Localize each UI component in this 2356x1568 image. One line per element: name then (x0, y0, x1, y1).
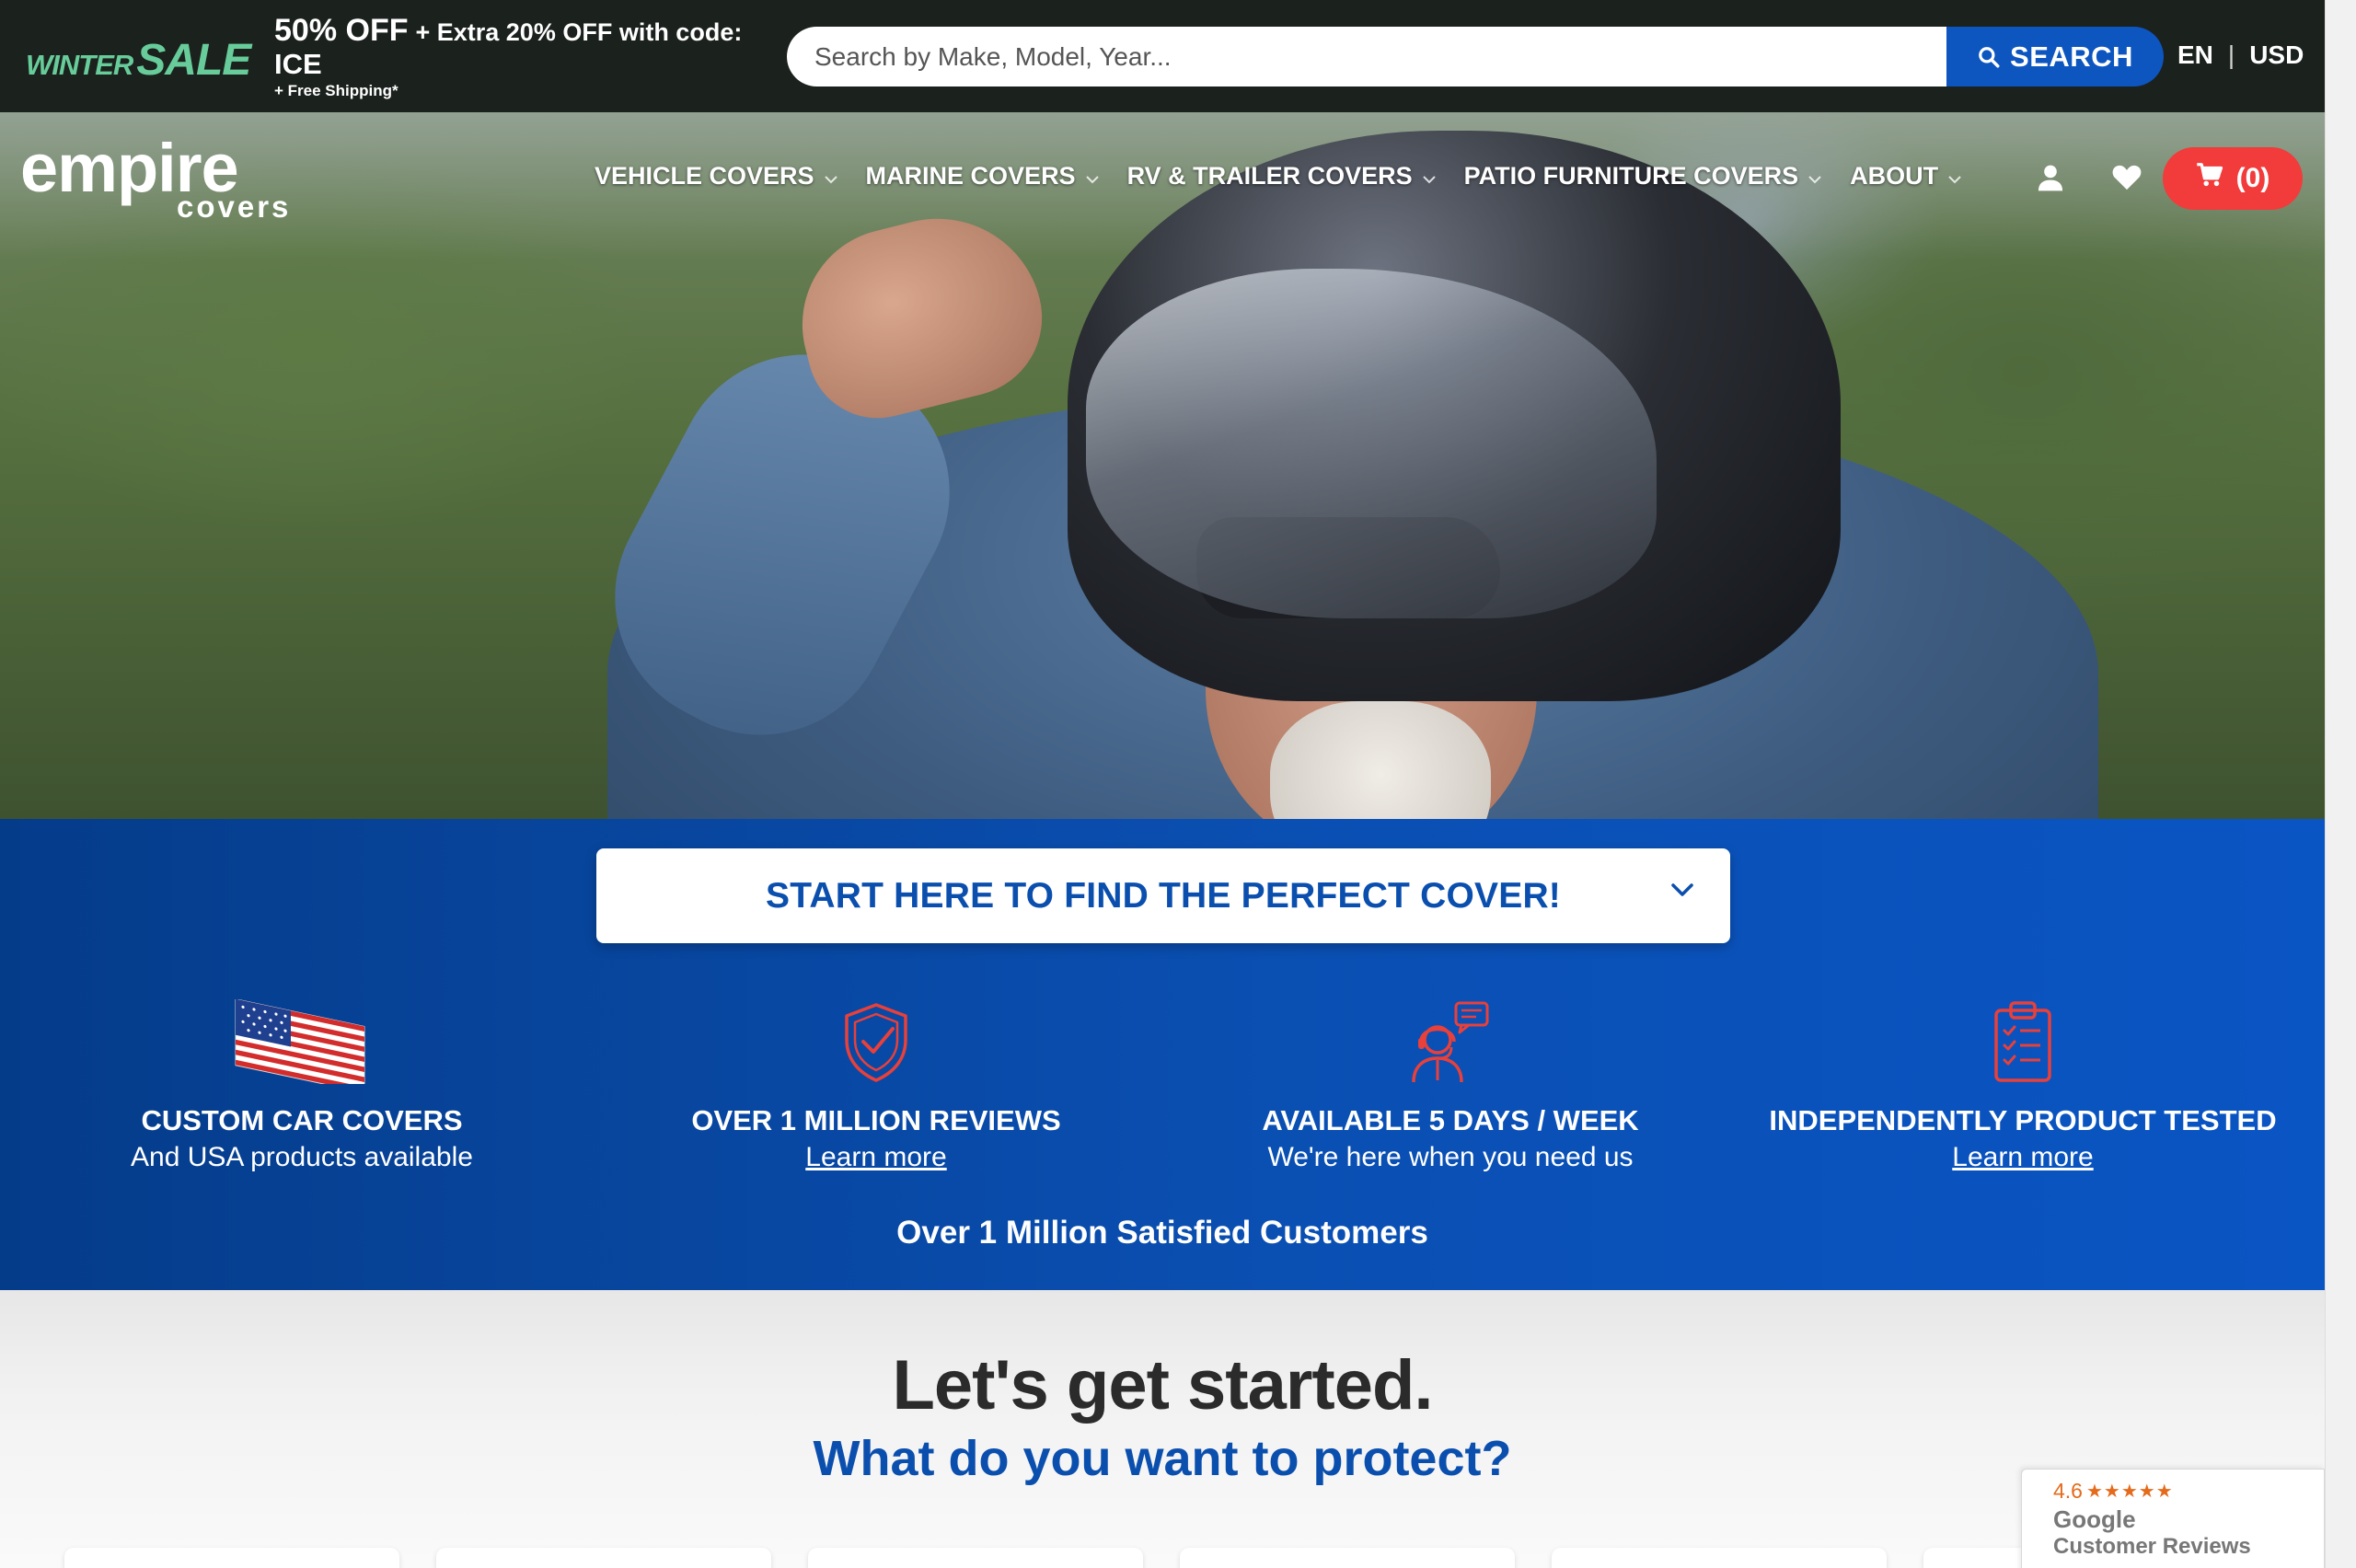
nav-label: RV & TRAILER COVERS (1126, 162, 1413, 190)
usa-flag-icon (44, 999, 560, 1084)
chevron-down-icon (1669, 882, 1695, 903)
nav-label: ABOUT (1850, 162, 1939, 190)
satisfied-customers-text: Over 1 Million Satisfied Customers (896, 1215, 1428, 1251)
feature-subtitle: And USA products available (131, 1142, 473, 1172)
promo-bar: WINTER SALE 50% OFF + Extra 20% OFF with… (0, 0, 2325, 112)
chevron-down-icon (1807, 162, 1822, 190)
review-stars: ★★★★★ (2085, 1482, 2174, 1502)
search-button-label: SEARCH (2010, 40, 2133, 73)
get-started-section: Let's get started. What do you want to p… (0, 1290, 2325, 1568)
category-card[interactable] (64, 1548, 399, 1568)
google-reviews-badge[interactable]: 4.6 ★★★★★ Google Customer Reviews (2021, 1469, 2325, 1568)
nav-label: PATIO FURNITURE COVERS (1463, 162, 1799, 190)
search-icon (1977, 45, 2001, 69)
feature-subtitle: We're here when you need us (1267, 1142, 1634, 1172)
sale-text: SALE (136, 36, 251, 85)
nav-about[interactable]: ABOUT (1850, 162, 1962, 190)
cart-icon (2196, 162, 2223, 195)
feature-product-tested: INDEPENDENTLY PRODUCT TESTED Learn more (1765, 999, 2281, 1176)
reviews-learn-more-link[interactable]: Learn more (805, 1142, 946, 1172)
promo-copy[interactable]: 50% OFF + Extra 20% OFF with code: ICE +… (274, 13, 771, 100)
category-card[interactable] (436, 1548, 771, 1568)
nav-label: MARINE COVERS (865, 162, 1076, 190)
promo-discount: 50% OFF (274, 13, 409, 48)
locale-separator: | (2227, 40, 2235, 69)
currency-selector[interactable]: USD (2249, 40, 2304, 70)
cart-count: (0) (2235, 163, 2270, 193)
feature-title: CUSTOM CAR COVERS (141, 1104, 463, 1136)
promo-shipping: + Free Shipping* (274, 82, 398, 99)
product-tested-learn-more-link[interactable]: Learn more (1952, 1142, 2093, 1172)
promo-code: ICE (274, 48, 322, 80)
feature-reviews: OVER 1 MILLION REVIEWS Learn more (618, 999, 1134, 1176)
chevron-down-icon (1947, 162, 1962, 190)
search-form: SEARCH (787, 27, 2164, 86)
nav-label: VEHICLE COVERS (595, 162, 814, 190)
page-scrollbar[interactable] (2325, 0, 2356, 1568)
wishlist-heart-icon[interactable] (2111, 162, 2142, 196)
chevron-down-icon (824, 162, 838, 190)
get-started-subtitle: What do you want to protect? (813, 1431, 1512, 1486)
chevron-down-icon (1085, 162, 1100, 190)
winter-text: WINTER (26, 49, 133, 81)
nav-vehicle-covers[interactable]: VEHICLE COVERS (595, 162, 838, 190)
category-card[interactable] (1552, 1548, 1887, 1568)
feature-title: AVAILABLE 5 DAYS / WEEK (1262, 1104, 1639, 1136)
cover-finder-dropdown[interactable]: START HERE TO FIND THE PERFECT COVER! (596, 848, 1730, 943)
search-button[interactable]: SEARCH (1946, 27, 2164, 86)
chevron-down-icon (1422, 162, 1437, 190)
shield-check-icon (618, 999, 1134, 1084)
clipboard-check-icon (1765, 999, 2281, 1084)
review-label: Customer Reviews (2053, 1534, 2251, 1559)
logo-sub-text: covers (177, 190, 292, 224)
nav-marine-covers[interactable]: MARINE COVERS (866, 162, 1100, 190)
empire-covers-logo[interactable]: empire covers (20, 134, 292, 224)
feature-availability: AVAILABLE 5 DAYS / WEEK We're here when … (1193, 999, 1708, 1176)
review-brand: Google (2053, 1505, 2136, 1533)
feature-custom-covers: CUSTOM CAR COVERS And USA products avail… (44, 999, 560, 1176)
main-nav: VEHICLE COVERS MARINE COVERS RV & TRAILE… (595, 162, 1990, 190)
promo-extra: + Extra 20% OFF with code: (415, 18, 743, 46)
feature-title: INDEPENDENTLY PRODUCT TESTED (1769, 1104, 2277, 1136)
nav-patio-furniture-covers[interactable]: PATIO FURNITURE COVERS (1464, 162, 1823, 190)
account-icon[interactable] (2036, 162, 2065, 198)
category-card[interactable] (1180, 1548, 1515, 1568)
review-score: 4.6 (2053, 1479, 2083, 1503)
cover-finder-label: START HERE TO FIND THE PERFECT COVER! (766, 875, 1561, 916)
search-input[interactable] (787, 27, 1946, 86)
hero-beard-shape (1270, 701, 1491, 819)
winter-sale-logo[interactable]: WINTER SALE (26, 35, 251, 85)
nav-rv-trailer-covers[interactable]: RV & TRAILER COVERS (1127, 162, 1437, 190)
feature-title: OVER 1 MILLION REVIEWS (691, 1104, 1061, 1136)
support-agent-icon (1193, 999, 1708, 1084)
hero-image (0, 112, 2325, 819)
category-card[interactable] (808, 1548, 1143, 1568)
locale-switcher: EN | USD (2177, 40, 2304, 70)
get-started-title: Let's get started. (892, 1346, 1433, 1424)
cart-button[interactable]: (0) (2163, 147, 2303, 210)
language-selector[interactable]: EN (2177, 40, 2213, 70)
